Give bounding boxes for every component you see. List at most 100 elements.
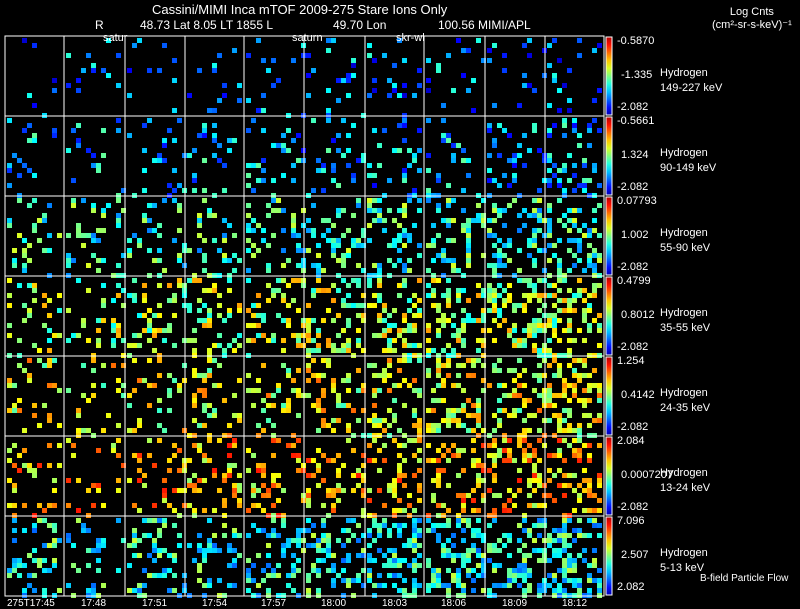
pixel bbox=[587, 228, 592, 233]
pixel bbox=[522, 208, 527, 213]
pixel bbox=[276, 278, 281, 283]
energy-range-label: 149-227 keV bbox=[660, 82, 723, 94]
pixel bbox=[597, 398, 602, 403]
pixel bbox=[162, 198, 167, 203]
pixel bbox=[296, 538, 301, 543]
pixel bbox=[597, 393, 602, 398]
pixel bbox=[507, 158, 512, 163]
pixel bbox=[441, 583, 446, 588]
pixel bbox=[246, 308, 251, 313]
pixel bbox=[212, 508, 217, 513]
pixel bbox=[217, 333, 222, 338]
pixel bbox=[367, 223, 372, 228]
pixel bbox=[557, 288, 562, 293]
pixel bbox=[356, 243, 361, 248]
pixel bbox=[222, 533, 227, 538]
pixel bbox=[436, 523, 441, 528]
pixel bbox=[517, 248, 522, 253]
pixel bbox=[372, 458, 377, 463]
pixel bbox=[577, 288, 582, 293]
pixel bbox=[487, 468, 492, 473]
pixel bbox=[331, 283, 336, 288]
pixel bbox=[296, 308, 301, 313]
pixel bbox=[326, 538, 331, 543]
energy-range-label: 24-35 keV bbox=[660, 402, 711, 414]
pixel bbox=[497, 563, 502, 568]
pixel bbox=[316, 428, 321, 433]
pixel bbox=[567, 178, 572, 183]
pixel bbox=[101, 503, 106, 508]
pixel bbox=[446, 133, 451, 138]
pixel bbox=[532, 538, 537, 543]
pixel bbox=[417, 393, 422, 398]
pixel bbox=[512, 163, 517, 168]
pixel bbox=[436, 368, 441, 373]
pixel bbox=[552, 553, 557, 558]
pixel bbox=[547, 403, 552, 408]
pixel bbox=[311, 458, 316, 463]
pixel bbox=[246, 323, 251, 328]
pixel bbox=[402, 203, 407, 208]
pixel bbox=[532, 318, 537, 323]
pixel bbox=[132, 298, 137, 303]
pixel bbox=[281, 348, 286, 353]
pixel bbox=[517, 538, 522, 543]
pixel bbox=[291, 388, 296, 393]
pixel bbox=[461, 518, 466, 523]
pixel bbox=[502, 263, 507, 268]
pixel bbox=[527, 493, 532, 498]
pixel bbox=[567, 543, 572, 548]
pixel bbox=[132, 538, 137, 543]
pixel bbox=[142, 483, 147, 488]
pixel bbox=[461, 308, 466, 313]
pixel bbox=[351, 533, 356, 538]
pixel bbox=[212, 468, 217, 473]
pixel bbox=[392, 323, 397, 328]
pixel bbox=[426, 588, 431, 593]
pixel bbox=[431, 583, 436, 588]
pixel bbox=[377, 388, 382, 393]
pixel bbox=[456, 518, 461, 523]
pixel bbox=[341, 253, 346, 258]
pixel bbox=[222, 398, 227, 403]
pixel bbox=[321, 188, 326, 193]
pixel bbox=[397, 258, 402, 263]
pixel bbox=[446, 483, 451, 488]
pixel bbox=[266, 588, 271, 593]
pixel bbox=[116, 293, 121, 298]
pixel bbox=[547, 543, 552, 548]
pixel bbox=[456, 143, 461, 148]
pixel bbox=[52, 128, 57, 133]
pixel bbox=[597, 523, 602, 528]
pixel bbox=[446, 408, 451, 413]
pixel bbox=[27, 123, 32, 128]
pixel bbox=[246, 468, 251, 473]
pixel bbox=[522, 453, 527, 458]
pixel bbox=[217, 303, 222, 308]
pixel bbox=[497, 538, 502, 543]
lon-text: 49.70 Lon bbox=[333, 18, 387, 32]
pixel bbox=[507, 183, 512, 188]
pixel bbox=[27, 203, 32, 208]
pixel bbox=[331, 388, 336, 393]
pixel bbox=[306, 318, 311, 323]
pixel bbox=[382, 563, 387, 568]
pixel bbox=[426, 198, 431, 203]
pixel bbox=[142, 123, 147, 128]
pixel bbox=[42, 218, 47, 223]
pixel bbox=[346, 163, 351, 168]
pixel bbox=[356, 523, 361, 528]
pixel bbox=[587, 478, 592, 483]
pixel bbox=[377, 373, 382, 378]
pixel bbox=[527, 213, 532, 218]
pixel bbox=[187, 278, 192, 283]
pixel bbox=[471, 78, 476, 83]
pixel bbox=[562, 538, 567, 543]
pixel bbox=[351, 278, 356, 283]
pixel bbox=[91, 208, 96, 213]
pixel bbox=[426, 78, 431, 83]
pixel bbox=[436, 68, 441, 73]
pixel bbox=[597, 43, 602, 48]
pixel bbox=[246, 98, 251, 103]
colorbar bbox=[605, 276, 613, 356]
